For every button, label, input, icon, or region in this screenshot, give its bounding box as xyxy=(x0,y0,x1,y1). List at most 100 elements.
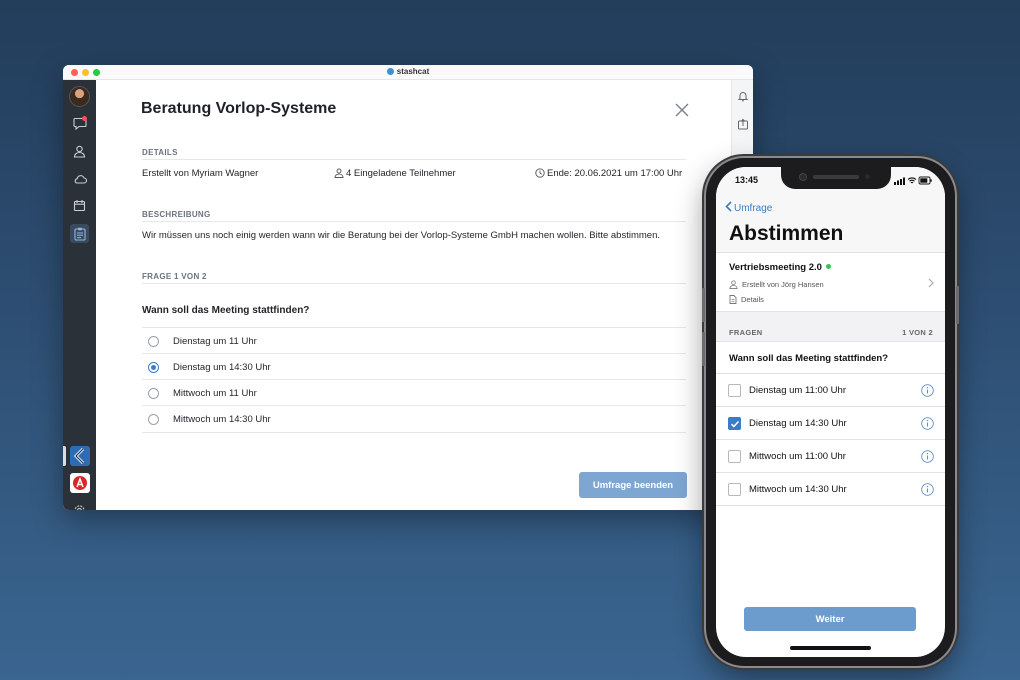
option-row[interactable]: Dienstag um 14:30 Uhr xyxy=(142,354,686,380)
camera-icon xyxy=(799,173,807,181)
app-name: stashcat xyxy=(396,67,430,76)
end-survey-button[interactable]: Umfrage beenden xyxy=(579,472,687,498)
sidebar-item-settings[interactable] xyxy=(70,501,89,510)
option-label: Dienstag um 14:30 Uhr xyxy=(749,418,847,429)
clock-icon xyxy=(535,168,545,178)
radio-button[interactable] xyxy=(148,388,159,399)
desktop-window: stashcat Beratung Vorlop-Systeme DETAILS… xyxy=(63,65,753,510)
phone-question: Wann soll das Meeting stattfinden? xyxy=(716,342,945,374)
survey-info-card[interactable]: Vertriebsmeeting 2.0 Erstellt von Jörg H… xyxy=(716,252,945,312)
survey-name: Vertriebsmeeting 2.0 xyxy=(729,262,831,273)
sidebar-item-chat[interactable] xyxy=(70,114,89,133)
checkbox[interactable] xyxy=(728,384,741,397)
details-label: DETAILS xyxy=(142,148,178,157)
phone-option-row[interactable]: Dienstag um 11:00 Uhr xyxy=(716,374,945,407)
status-icons xyxy=(894,176,932,185)
divider xyxy=(142,283,686,284)
cloud-icon xyxy=(74,174,87,184)
creator-text: Erstellt von Jörg Hansen xyxy=(742,280,824,289)
option-label: Dienstag um 11:00 Uhr xyxy=(749,385,846,396)
phone-mockup: 13:45 Umfrage Abstimmen Vertriebsmeeting… xyxy=(702,158,959,666)
sidebar-item-cloud[interactable] xyxy=(70,169,89,188)
notch xyxy=(781,167,891,189)
radio-button-selected[interactable] xyxy=(148,362,159,373)
speaker xyxy=(813,175,859,179)
notification-dot xyxy=(82,116,87,121)
volume-down-button xyxy=(702,332,705,366)
app-a-tile[interactable] xyxy=(70,473,90,493)
divider xyxy=(142,221,686,222)
home-indicator[interactable] xyxy=(790,646,871,650)
back-label: Umfrage xyxy=(734,203,773,214)
bell-icon[interactable] xyxy=(737,90,749,102)
sidebar-item-calendar[interactable] xyxy=(70,196,89,215)
survey-icon xyxy=(73,227,86,241)
option-row[interactable]: Dienstag um 11 Uhr xyxy=(142,328,686,354)
survey-dialog: Beratung Vorlop-Systeme DETAILS Erstellt… xyxy=(96,80,731,510)
checkmark-icon xyxy=(730,420,740,428)
participants[interactable]: 4 Eingeladene Teilnehmer xyxy=(334,168,456,179)
chevron-left-icon xyxy=(725,201,732,212)
option-label: Mittwoch um 14:30 Uhr xyxy=(173,414,271,425)
option-label: Mittwoch um 11 Uhr xyxy=(173,388,257,399)
option-label: Mittwoch um 11:00 Uhr xyxy=(749,451,846,462)
settings-icon xyxy=(74,505,85,510)
phone-option-row[interactable]: Mittwoch um 11:00 Uhr xyxy=(716,440,945,473)
stashcat-logo-icon xyxy=(386,68,394,75)
person-icon xyxy=(334,168,344,178)
person-icon xyxy=(729,280,738,289)
volume-up-button xyxy=(702,288,705,322)
section-label: FRAGEN xyxy=(729,328,763,337)
power-button xyxy=(956,286,959,324)
sidebar-item-contacts[interactable] xyxy=(70,142,89,161)
next-button[interactable]: Weiter xyxy=(744,607,916,631)
app-a-icon xyxy=(73,476,87,490)
checkbox[interactable] xyxy=(728,450,741,463)
participants-text: 4 Eingeladene Teilnehmer xyxy=(346,168,456,179)
dialog-title: Beratung Vorlop-Systeme xyxy=(141,100,337,117)
section-counter: 1 VON 2 xyxy=(902,328,933,337)
phone-option-row[interactable]: Dienstag um 14:30 Uhr xyxy=(716,407,945,440)
phone-option-row[interactable]: Mittwoch um 14:30 Uhr xyxy=(716,473,945,506)
phone-title: Abstimmen xyxy=(729,222,844,245)
question-text: Wann soll das Meeting stattfinden? xyxy=(142,305,310,316)
option-label: Mittwoch um 14:30 Uhr xyxy=(749,484,847,495)
created-by: Erstellt von Myriam Wagner xyxy=(142,168,259,179)
back-button[interactable]: Umfrage xyxy=(725,201,772,214)
sidebar-item-surveys[interactable] xyxy=(70,224,89,243)
info-icon[interactable] xyxy=(921,483,934,496)
creator: Erstellt von Jörg Hansen xyxy=(729,280,824,289)
info-icon[interactable] xyxy=(921,384,934,397)
checkbox-checked[interactable] xyxy=(728,417,741,430)
chevron-right-icon xyxy=(928,278,934,288)
survey-name-text: Vertriebsmeeting 2.0 xyxy=(729,262,822,273)
close-icon[interactable] xyxy=(675,103,689,117)
title-bar: stashcat xyxy=(63,65,753,80)
radio-button[interactable] xyxy=(148,414,159,425)
info-icon[interactable] xyxy=(921,450,934,463)
share-icon[interactable] xyxy=(737,118,749,130)
sensor xyxy=(865,174,870,179)
app-title: stashcat xyxy=(63,67,753,76)
sidebar xyxy=(63,80,96,510)
app-k-icon xyxy=(73,447,85,465)
details-link[interactable]: Details xyxy=(729,295,764,304)
status-time: 13:45 xyxy=(735,175,759,185)
option-label: Dienstag um 11 Uhr xyxy=(173,336,257,347)
phone-screen: 13:45 Umfrage Abstimmen Vertriebsmeeting… xyxy=(716,167,945,657)
question-counter: FRAGE 1 VON 2 xyxy=(142,272,207,281)
checkbox[interactable] xyxy=(728,483,741,496)
status-dot xyxy=(825,264,831,269)
radio-button[interactable] xyxy=(148,336,159,347)
option-row[interactable]: Mittwoch um 11 Uhr xyxy=(142,380,686,406)
option-row[interactable]: Mittwoch um 14:30 Uhr xyxy=(142,406,686,433)
calendar-icon xyxy=(73,200,86,212)
active-app-indicator xyxy=(63,446,66,466)
questions-section-header: FRAGEN 1 VON 2 xyxy=(716,312,945,342)
divider xyxy=(142,159,686,160)
app-k-tile[interactable] xyxy=(70,446,90,466)
info-icon[interactable] xyxy=(921,417,934,430)
avatar[interactable] xyxy=(69,86,90,107)
end-date-text: Ende: 20.06.2021 um 17:00 Uhr xyxy=(547,168,683,179)
document-icon xyxy=(729,295,737,304)
